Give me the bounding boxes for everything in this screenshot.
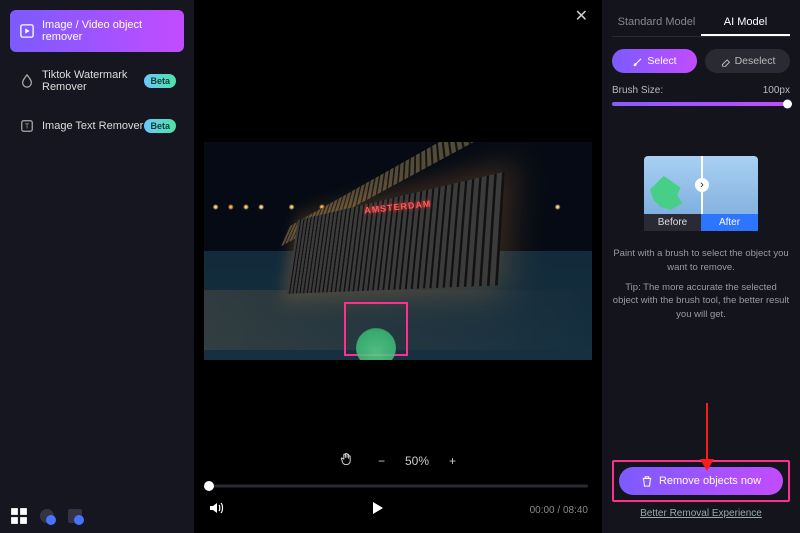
- beta-badge: Beta: [144, 119, 176, 133]
- timecode: 00:00 / 08:40: [530, 505, 588, 516]
- tab-ai-model[interactable]: AI Model: [701, 10, 790, 36]
- right-panel: Standard Model AI Model Select Deselect …: [602, 0, 800, 533]
- volume-icon[interactable]: [208, 500, 224, 521]
- video-preview[interactable]: AMSTERDAM: [194, 0, 602, 441]
- timeline[interactable]: [208, 480, 588, 492]
- timeline-playhead[interactable]: [204, 481, 214, 491]
- windows-start-icon[interactable]: [10, 507, 28, 525]
- taskbar-app-icon[interactable]: [38, 507, 56, 525]
- brush-size-value: 100px: [763, 85, 790, 96]
- beta-badge: Beta: [144, 74, 176, 88]
- zoom-percent: 50%: [405, 454, 429, 468]
- brush-mask-blob: [356, 328, 396, 360]
- sidebar-item-label: Image Text Remover: [42, 120, 143, 132]
- select-brush-button[interactable]: Select: [612, 49, 697, 73]
- label-before: Before: [644, 214, 701, 231]
- player-controls: 00:00 / 08:40: [194, 492, 602, 533]
- annotation-arrow: [698, 403, 716, 473]
- taskbar: [10, 507, 84, 525]
- slider-knob[interactable]: [783, 100, 792, 109]
- sidebar-item-tiktok-remover[interactable]: Tiktok Watermark Remover Beta: [10, 60, 184, 102]
- text-box-icon: T: [20, 119, 34, 133]
- better-removal-link[interactable]: Better Removal Experience: [612, 508, 790, 519]
- square-play-icon: [20, 24, 34, 38]
- brush-size-label: Brush Size:: [612, 85, 663, 96]
- brush-icon: [632, 56, 643, 67]
- sidebar-item-object-remover[interactable]: Image / Video object remover: [10, 10, 184, 52]
- label-after: After: [701, 214, 758, 231]
- editor-canvas: ✕ AMSTERDAM − 50% +: [194, 0, 602, 533]
- hand-tool-icon[interactable]: [336, 449, 358, 472]
- taskbar-app-icon[interactable]: [66, 507, 84, 525]
- droplet-icon: [20, 74, 34, 88]
- hint-text-2: Tip: The more accurate the selected obje…: [612, 281, 790, 322]
- eraser-icon: [720, 56, 731, 67]
- deselect-brush-button[interactable]: Deselect: [705, 49, 790, 73]
- hint-text-1: Paint with a brush to select the object …: [612, 247, 790, 275]
- before-after-preview[interactable]: Before After: [644, 156, 758, 231]
- play-button[interactable]: [369, 500, 385, 521]
- zoom-out-button[interactable]: −: [374, 452, 389, 470]
- brush-selection-highlight: [344, 302, 408, 356]
- zoom-in-button[interactable]: +: [445, 452, 460, 470]
- trash-icon: [641, 475, 653, 487]
- sidebar-item-text-remover[interactable]: T Image Text Remover Beta: [10, 110, 184, 142]
- svg-text:T: T: [25, 124, 30, 131]
- tab-standard-model[interactable]: Standard Model: [612, 10, 701, 36]
- zoom-controls: − 50% +: [194, 441, 602, 480]
- compare-slider-handle[interactable]: [701, 156, 703, 214]
- sidebar-item-label: Image / Video object remover: [42, 19, 174, 43]
- preview-bird-shape: [650, 176, 684, 210]
- model-tabs: Standard Model AI Model: [612, 10, 790, 37]
- video-frame: AMSTERDAM: [204, 142, 592, 360]
- brush-size-slider[interactable]: [612, 102, 790, 106]
- sidebar: Image / Video object remover Tiktok Wate…: [0, 0, 194, 533]
